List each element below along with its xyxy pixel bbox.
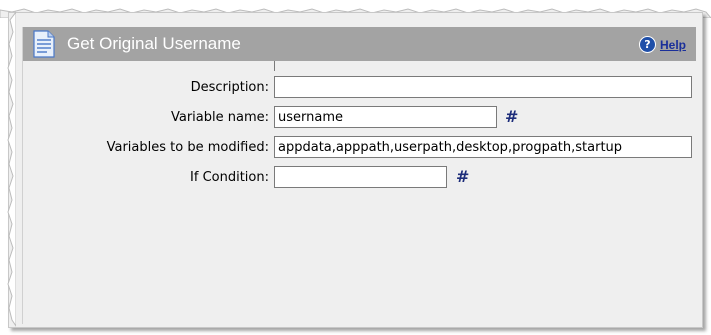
action-panel: Get Original Username ? Help Description… (22, 27, 696, 324)
description-field[interactable] (274, 76, 692, 98)
help-link-group[interactable]: ? Help (638, 36, 686, 53)
variable-name-field[interactable]: username (274, 106, 497, 128)
variable-name-label: Variable name: (170, 110, 269, 125)
variable-picker-icon[interactable]: # (505, 107, 518, 126)
field-divider (274, 61, 275, 71)
description-row: Description: (23, 76, 696, 100)
if-condition-row: If Condition: # (23, 166, 696, 190)
variables-modified-label: Variables to be modified: (106, 140, 269, 155)
if-condition-field[interactable] (274, 166, 447, 188)
panel-titlebar: Get Original Username ? Help (23, 27, 696, 61)
variable-name-row: Variable name: username # (23, 106, 696, 130)
variables-modified-field[interactable]: appdata,apppath,userpath,desktop,progpat… (274, 136, 692, 158)
help-link[interactable]: Help (660, 38, 686, 52)
variables-modified-row: Variables to be modified: appdata,apppat… (23, 136, 696, 160)
panel-title: Get Original Username (67, 34, 241, 53)
torn-edge-left (7, 11, 16, 327)
document-icon (33, 30, 55, 58)
description-label: Description: (190, 80, 269, 95)
help-icon[interactable]: ? (638, 36, 656, 53)
condition-picker-icon[interactable]: # (456, 167, 469, 186)
if-condition-label: If Condition: (190, 170, 269, 185)
